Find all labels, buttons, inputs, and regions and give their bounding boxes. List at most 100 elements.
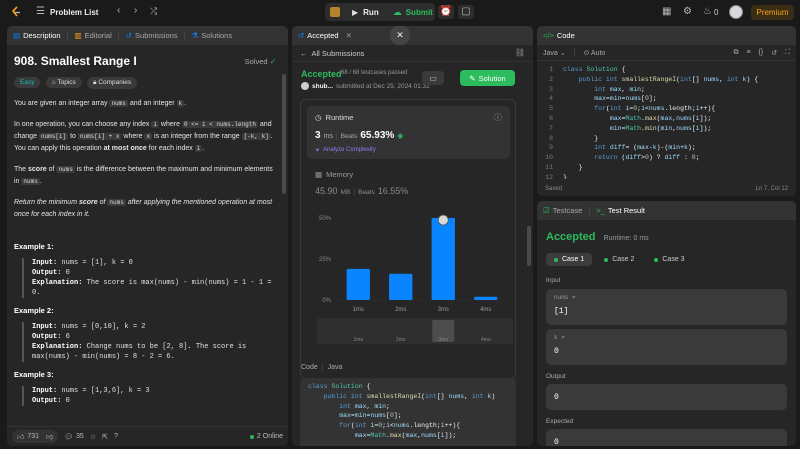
- tab-code[interactable]: </> Code: [543, 31, 575, 40]
- cursor-position: Ln 7, Col 12: [755, 186, 788, 192]
- sparkle-icon: ✦: [315, 148, 321, 154]
- document-icon: ▤: [13, 31, 21, 40]
- autocomplete-toggle[interactable]: ⊙ Auto: [583, 49, 605, 57]
- chart-bar: [346, 268, 370, 300]
- share-icon[interactable]: ⇱: [102, 433, 108, 441]
- comments-button[interactable]: 💬︎ 35: [64, 433, 84, 441]
- nums-field: nums = [1]: [546, 289, 787, 325]
- prev-problem-icon[interactable]: ‹: [117, 6, 120, 16]
- cloud-upload-icon[interactable]: ☁: [393, 7, 402, 18]
- reset-icon[interactable]: ↺: [771, 49, 777, 57]
- like-button[interactable]: 👍︎ 731 👎︎: [12, 430, 59, 443]
- case-3-tab[interactable]: Case 3: [646, 253, 692, 266]
- close-icon[interactable]: ✕: [390, 26, 410, 45]
- editor-toolbar: Java ⌄ | ⊙ Auto ⧉ ≡ {} ↺ ⛶: [537, 45, 796, 61]
- debug-icon[interactable]: [330, 7, 340, 17]
- layout-icon[interactable]: ▦: [662, 7, 671, 17]
- next-problem-icon[interactable]: ›: [134, 6, 137, 16]
- star-icon[interactable]: ☆: [90, 433, 96, 441]
- streak-icon[interactable]: ♨: [703, 7, 712, 17]
- runtime-beats: 65.93%: [360, 130, 395, 141]
- link-icon[interactable]: ⛓: [515, 48, 525, 57]
- description-footer: 👍︎ 731 👎︎ 💬︎ 35 ☆ ⇱ ? 2 Online: [7, 426, 288, 446]
- testcases-passed: 68 / 68 testcases passed: [341, 70, 408, 76]
- tab-solutions[interactable]: ⚗ Solutions: [192, 31, 233, 40]
- mid-scrollbar[interactable]: [527, 226, 531, 266]
- lock-icon: 🔒︎: [93, 79, 97, 86]
- case-1-tab[interactable]: Case 1: [546, 253, 593, 266]
- tab-description[interactable]: ▤ Description: [13, 31, 61, 40]
- memory-card[interactable]: ▦ Memory 45.90 MB | Beats 16.55%: [307, 163, 510, 205]
- run-button[interactable]: Run: [363, 8, 379, 17]
- runtime-card[interactable]: ◷ Runtime ⓘ 3 ms | Beats 65.93% ◉ ✦ Analyz…: [307, 106, 510, 159]
- tab-test-result[interactable]: >_ Test Result: [596, 206, 645, 215]
- case-2-tab[interactable]: Case 2: [596, 253, 642, 266]
- problem-list-link[interactable]: Problem List: [50, 8, 98, 17]
- test-tabs: ☑ Testcase | >_ Test Result: [537, 201, 796, 220]
- language-select[interactable]: Java ⌄: [543, 49, 566, 57]
- badge-icon: ◉: [397, 133, 404, 140]
- thumbs-down-icon[interactable]: 👎︎: [46, 432, 53, 441]
- terminal-icon: >_: [596, 206, 605, 215]
- description-scrollbar[interactable]: [282, 74, 286, 194]
- top-bar: ☰ Problem List ‹ › ⤮ ▶ Run ☁ Submit ⏰ ▢ …: [0, 0, 800, 24]
- tab-submissions[interactable]: ↺ Submissions: [126, 31, 178, 40]
- output-field: 0: [546, 384, 787, 410]
- example-2: Example 2: Input: nums = [0,10], k = 2 O…: [14, 306, 276, 362]
- x-tick-label: 2ms: [395, 307, 406, 313]
- pencil-icon: ✎: [469, 73, 476, 83]
- tab-editorial[interactable]: ▥ Editorial: [75, 31, 112, 40]
- lock-icon: ⊙: [583, 49, 590, 57]
- paragraph-4: Return the minimum score of nums after a…: [14, 199, 273, 218]
- list-icon[interactable]: ☰: [36, 7, 45, 17]
- tag-icon: ⌂: [51, 79, 56, 86]
- submit-button[interactable]: Submit: [406, 8, 433, 17]
- thumbs-up-icon: 👍︎: [17, 434, 25, 441]
- chart-bar: [474, 296, 498, 300]
- analyze-complexity-link[interactable]: ✦ Analyze Complexity: [315, 147, 376, 154]
- all-submissions-link[interactable]: ← All Submissions: [300, 49, 364, 58]
- paragraph-3: The score of nums is the difference betw…: [14, 166, 273, 185]
- notes-icon[interactable]: ▢: [458, 5, 474, 19]
- paragraph-1: You are given an integer array nums and …: [14, 100, 187, 107]
- notes-button[interactable]: ▭: [422, 71, 444, 85]
- minimap-label: 4ms: [481, 337, 491, 343]
- close-tab-icon[interactable]: ✕: [346, 31, 352, 40]
- x-tick-label: 1ms: [353, 307, 364, 313]
- leetcode-logo-icon[interactable]: [10, 6, 22, 18]
- alarm-icon[interactable]: ⏰: [438, 5, 454, 19]
- checkbox-icon: ☑: [543, 206, 550, 215]
- history-icon: ↺: [125, 31, 133, 40]
- arrow-left-icon: ←: [300, 49, 308, 58]
- code-editor[interactable]: 1 class Solution { 2 public int smallestR…: [539, 65, 794, 179]
- info-icon[interactable]: ⓘ: [494, 112, 502, 123]
- run-controls: ▶ Run ☁ Submit: [325, 3, 435, 21]
- pass-dot-icon: [604, 257, 609, 262]
- pass-dot-icon: [654, 257, 659, 262]
- memory-beats: 16.55%: [377, 186, 409, 196]
- fullscreen-icon[interactable]: ⛶: [785, 49, 790, 57]
- gear-icon[interactable]: ⚙: [683, 7, 692, 17]
- topics-chip[interactable]: ⌂ Topics: [45, 77, 82, 88]
- braces-icon[interactable]: {}: [759, 49, 764, 57]
- x-tick-label: 4ms: [480, 307, 491, 313]
- solution-button[interactable]: ✎ Solution: [460, 70, 515, 86]
- runtime-distribution-chart[interactable]: 50% 25% 0% 1ms 2ms 3ms 4ms 1ms 2ms 3ms 4ms: [301, 208, 517, 378]
- shuffle-icon[interactable]: ⤮: [150, 7, 157, 16]
- flask-icon: ⚗: [191, 31, 199, 40]
- result-runtime: Runtime: 0 ms: [603, 235, 649, 242]
- help-icon[interactable]: ?: [114, 433, 118, 440]
- description-tabs: ▤ Description | ▥ Editorial | ↺ Submissions…: [7, 26, 288, 45]
- format-icon[interactable]: ≡: [746, 49, 750, 57]
- y-tick-label: 50%: [319, 216, 332, 222]
- tab-accepted[interactable]: ↺ Accepted ✕: [298, 31, 352, 40]
- difficulty-badge[interactable]: Easy: [14, 77, 41, 88]
- premium-button[interactable]: Premium: [751, 5, 794, 20]
- play-icon[interactable]: ▶: [352, 8, 358, 17]
- bookmark-icon[interactable]: ⧉: [733, 49, 738, 57]
- example-1: Example 1: Input: nums = [1], k = 0 Outp…: [14, 242, 276, 298]
- avatar[interactable]: [729, 5, 743, 19]
- expected-field: 0: [546, 429, 787, 446]
- companies-chip[interactable]: 🔒︎ Companies: [87, 77, 138, 89]
- tab-testcase[interactable]: ☑ Testcase: [543, 206, 582, 215]
